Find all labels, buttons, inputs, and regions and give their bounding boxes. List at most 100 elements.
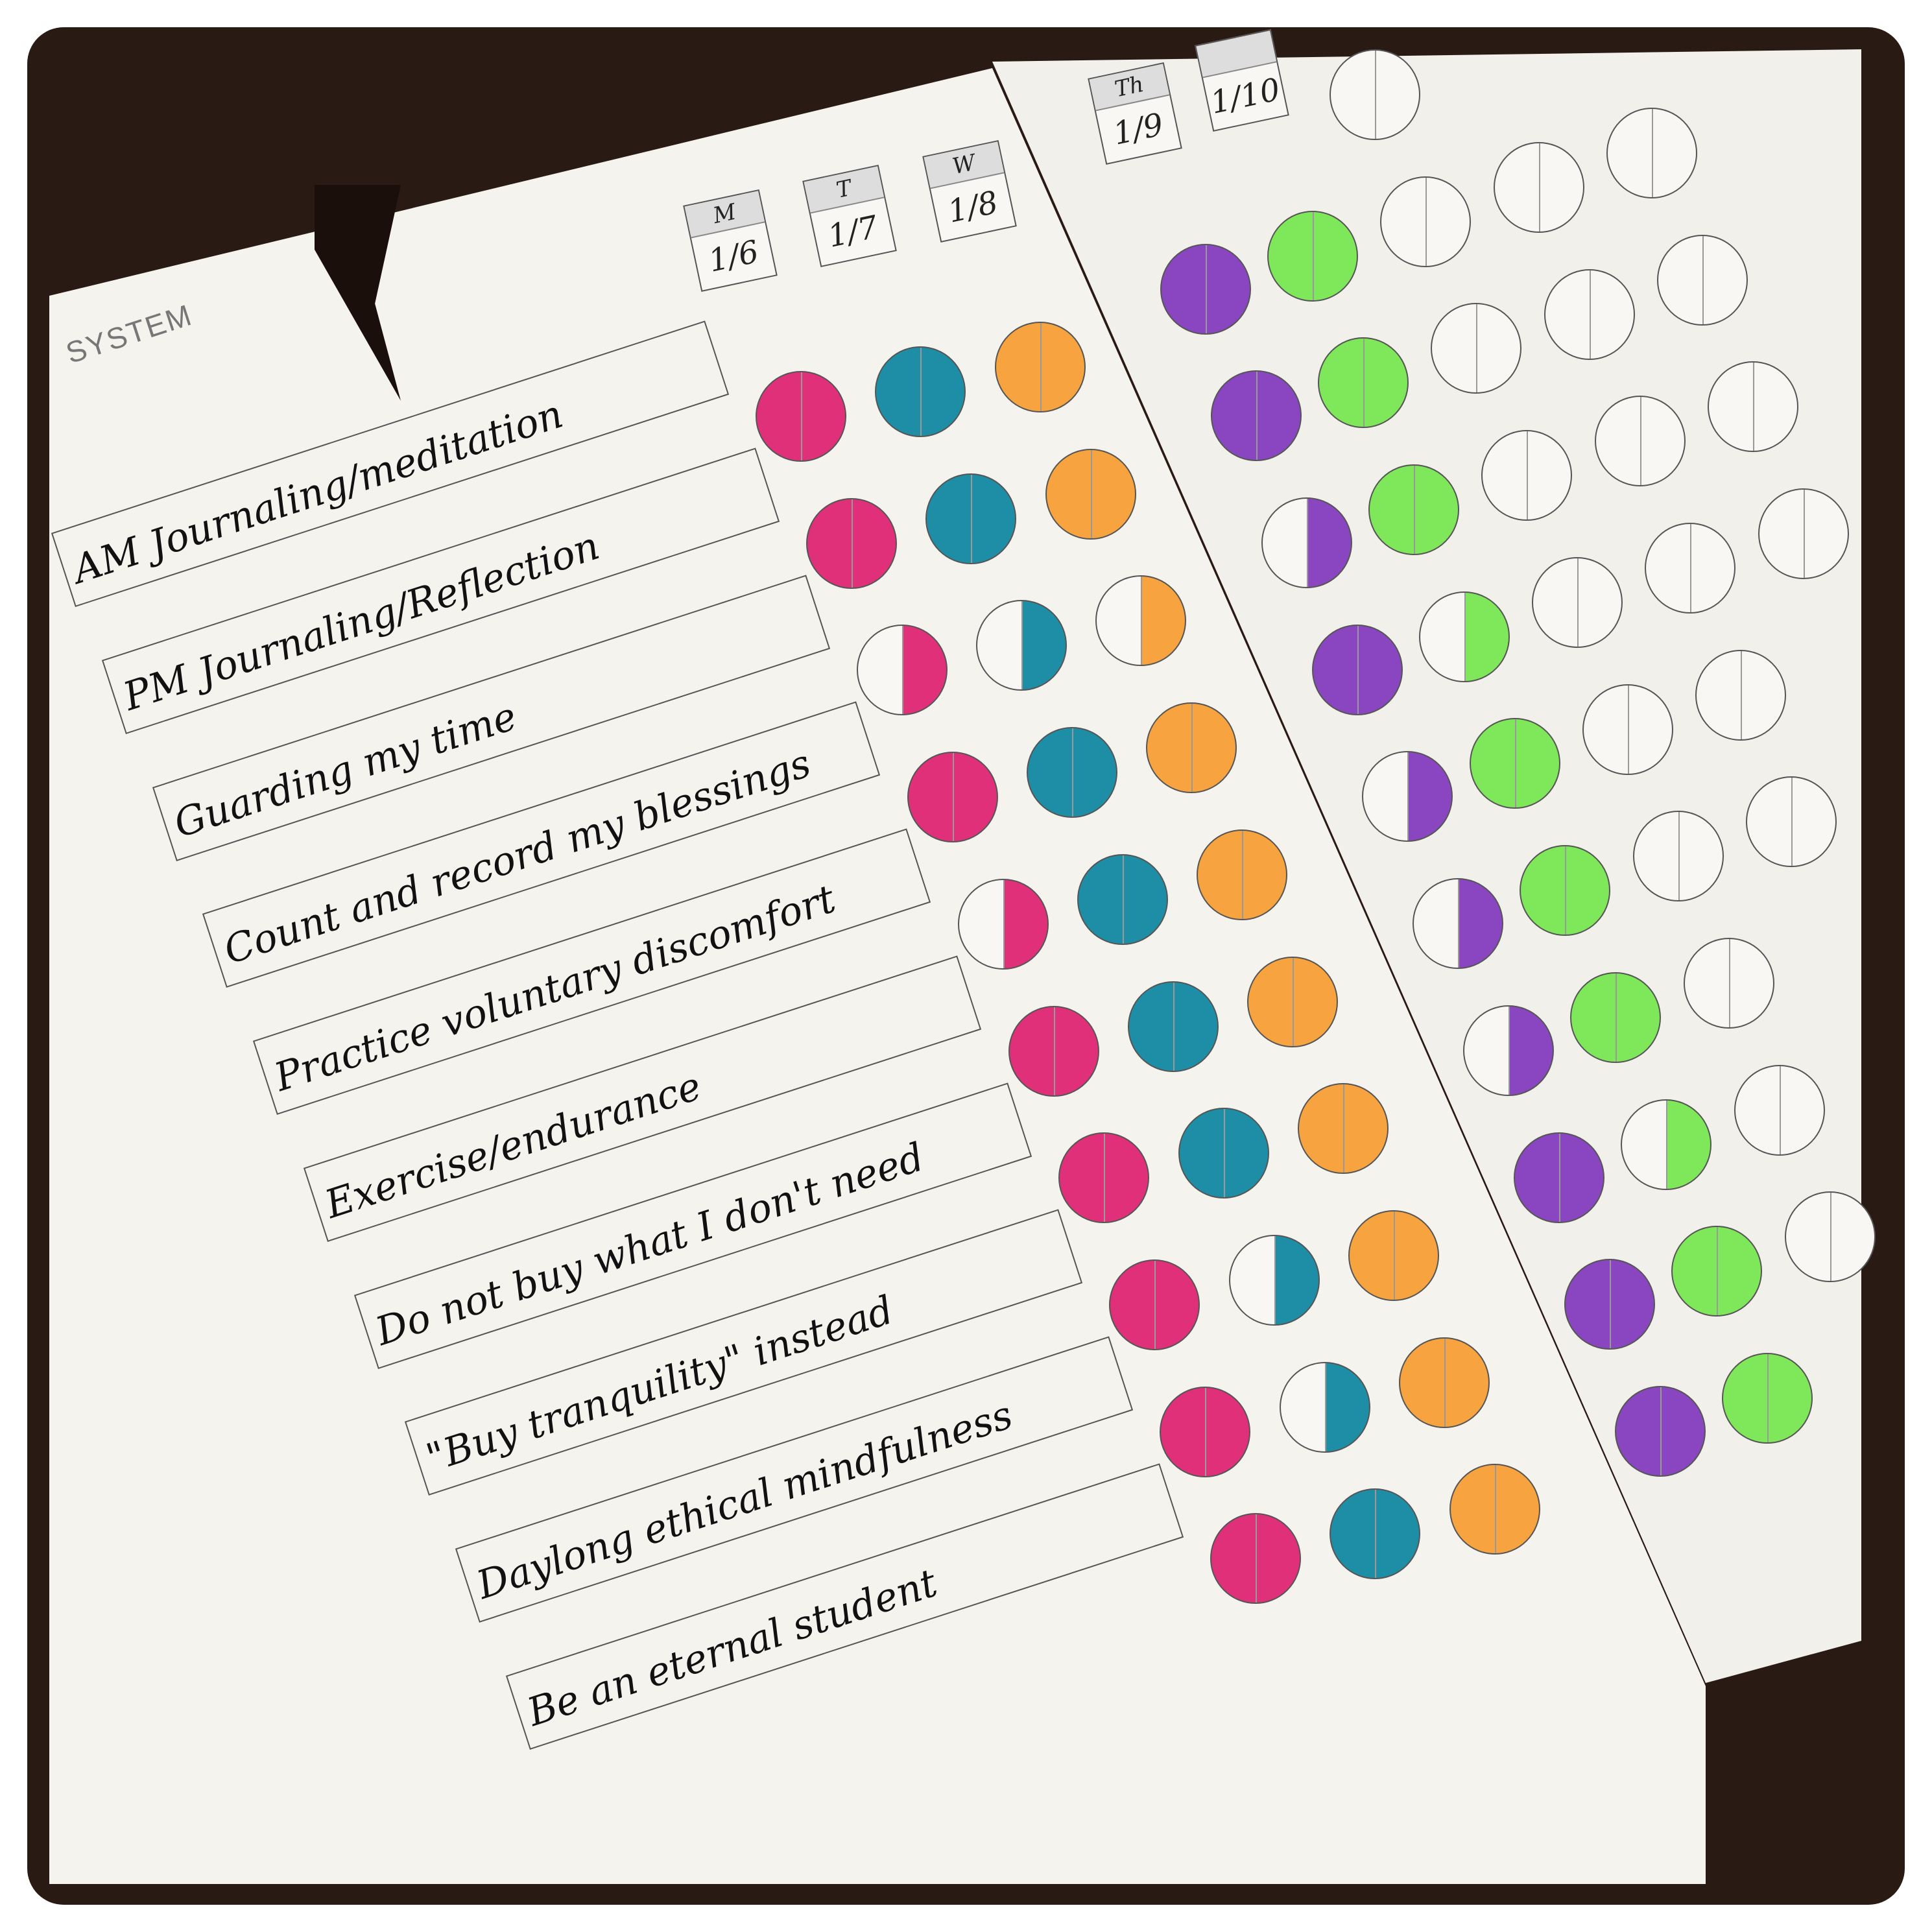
circle-divider bbox=[1090, 449, 1092, 538]
circle-divider bbox=[1363, 339, 1365, 427]
circle-divider bbox=[1256, 372, 1258, 460]
habit-circle-full bbox=[1247, 956, 1339, 1047]
habit-circle-full bbox=[1178, 1108, 1269, 1199]
habit-circle-half bbox=[1418, 591, 1510, 682]
circle-divider bbox=[1741, 650, 1743, 739]
habit-circle-empty bbox=[1645, 522, 1736, 614]
circle-divider bbox=[1514, 719, 1516, 808]
circle-divider bbox=[1779, 1066, 1781, 1154]
circle-divider bbox=[1577, 558, 1579, 647]
habit-circle-empty bbox=[1784, 1191, 1876, 1283]
habit-circle-empty bbox=[1380, 176, 1472, 267]
habit-circle-full bbox=[1127, 981, 1219, 1072]
circle-divider bbox=[1375, 51, 1377, 139]
circle-divider bbox=[1494, 1465, 1496, 1554]
habit-circle-empty bbox=[1431, 303, 1522, 394]
habit-circle-full bbox=[1614, 1385, 1706, 1477]
circle-divider bbox=[1767, 1354, 1769, 1442]
circle-divider bbox=[1324, 1363, 1326, 1451]
habit-circle-half bbox=[1261, 497, 1352, 589]
circle-divider bbox=[851, 499, 853, 588]
circle-divider bbox=[1375, 1490, 1377, 1579]
habit-circle-full bbox=[1077, 853, 1168, 945]
habit-circle-half bbox=[1413, 878, 1504, 970]
habit-circle-full bbox=[1008, 1005, 1099, 1097]
habit-circle-full bbox=[1146, 702, 1237, 794]
circle-divider bbox=[1565, 846, 1567, 935]
habit-circle-empty bbox=[1493, 141, 1584, 233]
circle-divider bbox=[1830, 1193, 1831, 1282]
circle-divider bbox=[1306, 499, 1308, 588]
photo: SYSTEM AM Journaling/meditation PM Journa… bbox=[0, 0, 1932, 1932]
habit-circle-empty bbox=[1683, 937, 1774, 1029]
habit-circle-full bbox=[1564, 1259, 1655, 1350]
circle-divider bbox=[1122, 855, 1124, 944]
habit-circle-full bbox=[1027, 727, 1117, 818]
circle-divider bbox=[1458, 879, 1460, 968]
circle-divider bbox=[1425, 177, 1427, 266]
circle-divider bbox=[1538, 143, 1540, 232]
circle-divider bbox=[1173, 982, 1175, 1071]
habit-circle-full bbox=[805, 497, 897, 589]
habit-circle-empty bbox=[1758, 488, 1849, 580]
habit-circle-half bbox=[1362, 751, 1453, 842]
habit-circle-full bbox=[1722, 1352, 1813, 1444]
habit-circle-full bbox=[1311, 624, 1403, 715]
habit-circle-empty bbox=[1582, 684, 1673, 775]
habit-circle-half bbox=[856, 625, 948, 716]
habit-circle-empty bbox=[1707, 361, 1798, 453]
habit-circle-half bbox=[1463, 1005, 1555, 1096]
circle-divider bbox=[1476, 304, 1478, 393]
habit-circle-empty bbox=[1594, 396, 1686, 487]
circle-divider bbox=[1312, 211, 1314, 300]
circle-divider bbox=[1141, 577, 1143, 665]
habit-circle-full bbox=[756, 371, 846, 462]
circle-divider bbox=[1205, 1387, 1207, 1476]
habit-circle-half bbox=[1279, 1361, 1370, 1453]
habit-circle-full bbox=[1267, 210, 1358, 302]
circle-divider bbox=[920, 348, 922, 436]
circle-divider bbox=[1690, 523, 1692, 612]
circle-divider bbox=[1040, 323, 1042, 411]
circle-divider bbox=[1589, 270, 1591, 359]
habit-circle-full bbox=[907, 752, 998, 843]
circle-divider bbox=[1752, 363, 1754, 451]
circle-divider bbox=[1205, 244, 1207, 333]
circle-divider bbox=[1003, 879, 1005, 968]
circle-divider bbox=[1652, 108, 1654, 197]
habit-circle-half bbox=[1228, 1234, 1320, 1326]
circle-divider bbox=[1072, 728, 1073, 817]
circle-divider bbox=[1223, 1109, 1225, 1198]
circle-divider bbox=[1242, 830, 1244, 919]
habit-circle-full bbox=[1197, 829, 1288, 920]
photo-frame: SYSTEM AM Journaling/meditation PM Journa… bbox=[27, 27, 1905, 1905]
habit-circle-full bbox=[1109, 1259, 1200, 1350]
habit-circle-half bbox=[1621, 1099, 1712, 1190]
habit-circle-half bbox=[957, 878, 1049, 970]
circle-divider bbox=[1021, 601, 1023, 690]
circle-divider bbox=[1104, 1134, 1106, 1222]
habit-circle-full bbox=[1368, 464, 1459, 556]
habit-circle-full bbox=[1045, 448, 1136, 540]
circle-divider bbox=[1393, 1211, 1395, 1300]
habit-circle-full bbox=[1210, 370, 1302, 462]
habit-circle-half bbox=[976, 600, 1067, 691]
habit-circle-half bbox=[1095, 575, 1187, 667]
habit-circle-full bbox=[1570, 972, 1662, 1063]
habit-circle-full bbox=[1514, 1132, 1605, 1223]
circle-divider bbox=[901, 626, 903, 715]
habit-circle-empty bbox=[1606, 107, 1698, 198]
habit-circle-full bbox=[925, 473, 1017, 564]
circle-divider bbox=[1728, 938, 1730, 1027]
circle-divider bbox=[1527, 431, 1529, 520]
habit-circle-empty bbox=[1746, 776, 1837, 868]
circle-divider bbox=[1666, 1100, 1668, 1189]
habit-circle-empty bbox=[1544, 268, 1635, 360]
circle-divider bbox=[1717, 1227, 1719, 1316]
circle-divider bbox=[1343, 1084, 1344, 1173]
circle-divider bbox=[1357, 625, 1359, 714]
circle-divider bbox=[1256, 1514, 1258, 1603]
day-header: M 1/6 bbox=[683, 189, 778, 292]
circle-divider bbox=[1616, 973, 1617, 1062]
habit-circle-full bbox=[1469, 718, 1560, 809]
